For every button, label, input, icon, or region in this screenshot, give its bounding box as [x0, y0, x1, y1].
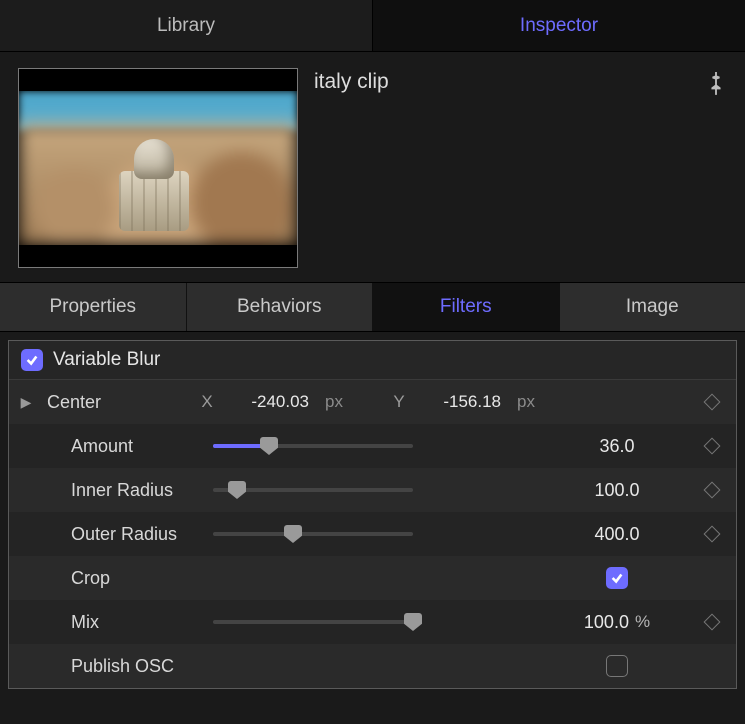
value-amount[interactable]: 36.0 [542, 436, 692, 457]
center-x-value[interactable]: -240.03 [227, 392, 309, 412]
center-y-label: Y [389, 392, 409, 412]
keyframe-center[interactable] [700, 396, 724, 408]
center-x-unit: px [325, 392, 351, 412]
param-label-mix: Mix [43, 612, 205, 633]
param-label-publish-osc: Publish OSC [43, 656, 205, 677]
slider-amount[interactable] [213, 436, 413, 456]
pin-icon[interactable] [705, 70, 727, 96]
top-tab-bar: Library Inspector [0, 0, 745, 52]
param-row-inner-radius: Inner Radius 100.0 [9, 468, 736, 512]
slider-mix[interactable] [213, 612, 413, 632]
tab-image[interactable]: Image [560, 283, 745, 331]
inspector-tab-bar: Properties Behaviors Filters Image [0, 282, 745, 332]
param-row-mix: Mix 100.0 % [9, 600, 736, 644]
keyframe-amount[interactable] [700, 440, 724, 452]
param-label-outer-radius: Outer Radius [43, 524, 205, 545]
param-row-crop: Crop [9, 556, 736, 600]
keyframe-inner-radius[interactable] [700, 484, 724, 496]
slider-outer-radius[interactable] [213, 524, 413, 544]
param-label-crop: Crop [43, 568, 205, 589]
tab-properties[interactable]: Properties [0, 283, 187, 331]
clip-thumbnail[interactable] [18, 68, 298, 268]
tab-inspector[interactable]: Inspector [373, 0, 745, 51]
filter-header: Variable Blur [9, 341, 736, 380]
preview-area: italy clip [0, 52, 745, 282]
value-outer-radius[interactable]: 400.0 [542, 524, 692, 545]
value-inner-radius[interactable]: 100.0 [542, 480, 692, 501]
param-label-inner-radius: Inner Radius [43, 480, 205, 501]
center-values: X -240.03 px Y -156.18 px [197, 392, 692, 412]
param-row-outer-radius: Outer Radius 400.0 [9, 512, 736, 556]
tab-library[interactable]: Library [0, 0, 373, 51]
filter-enable-checkbox[interactable] [21, 349, 43, 371]
keyframe-outer-radius[interactable] [700, 528, 724, 540]
clip-title: italy clip [314, 68, 389, 268]
center-y-value[interactable]: -156.18 [419, 392, 501, 412]
param-row-publish-osc: Publish OSC [9, 644, 736, 688]
tab-filters[interactable]: Filters [373, 283, 560, 331]
disclosure-icon[interactable]: ▶ [17, 394, 35, 411]
param-row-amount: Amount 36.0 [9, 424, 736, 468]
filter-name-label: Variable Blur [53, 349, 160, 371]
slider-inner-radius[interactable] [213, 480, 413, 500]
param-label-center: Center [43, 392, 189, 413]
value-mix[interactable]: 100.0 % [542, 612, 692, 633]
keyframe-mix[interactable] [700, 616, 724, 628]
tab-behaviors[interactable]: Behaviors [187, 283, 374, 331]
crop-checkbox[interactable] [606, 567, 628, 589]
param-row-center: ▶ Center X -240.03 px Y -156.18 px [9, 380, 736, 424]
center-x-label: X [197, 392, 217, 412]
center-y-unit: px [517, 392, 543, 412]
param-label-amount: Amount [43, 436, 205, 457]
filters-panel: Variable Blur ▶ Center X -240.03 px Y -1… [8, 340, 737, 689]
publish-osc-checkbox[interactable] [606, 655, 628, 677]
